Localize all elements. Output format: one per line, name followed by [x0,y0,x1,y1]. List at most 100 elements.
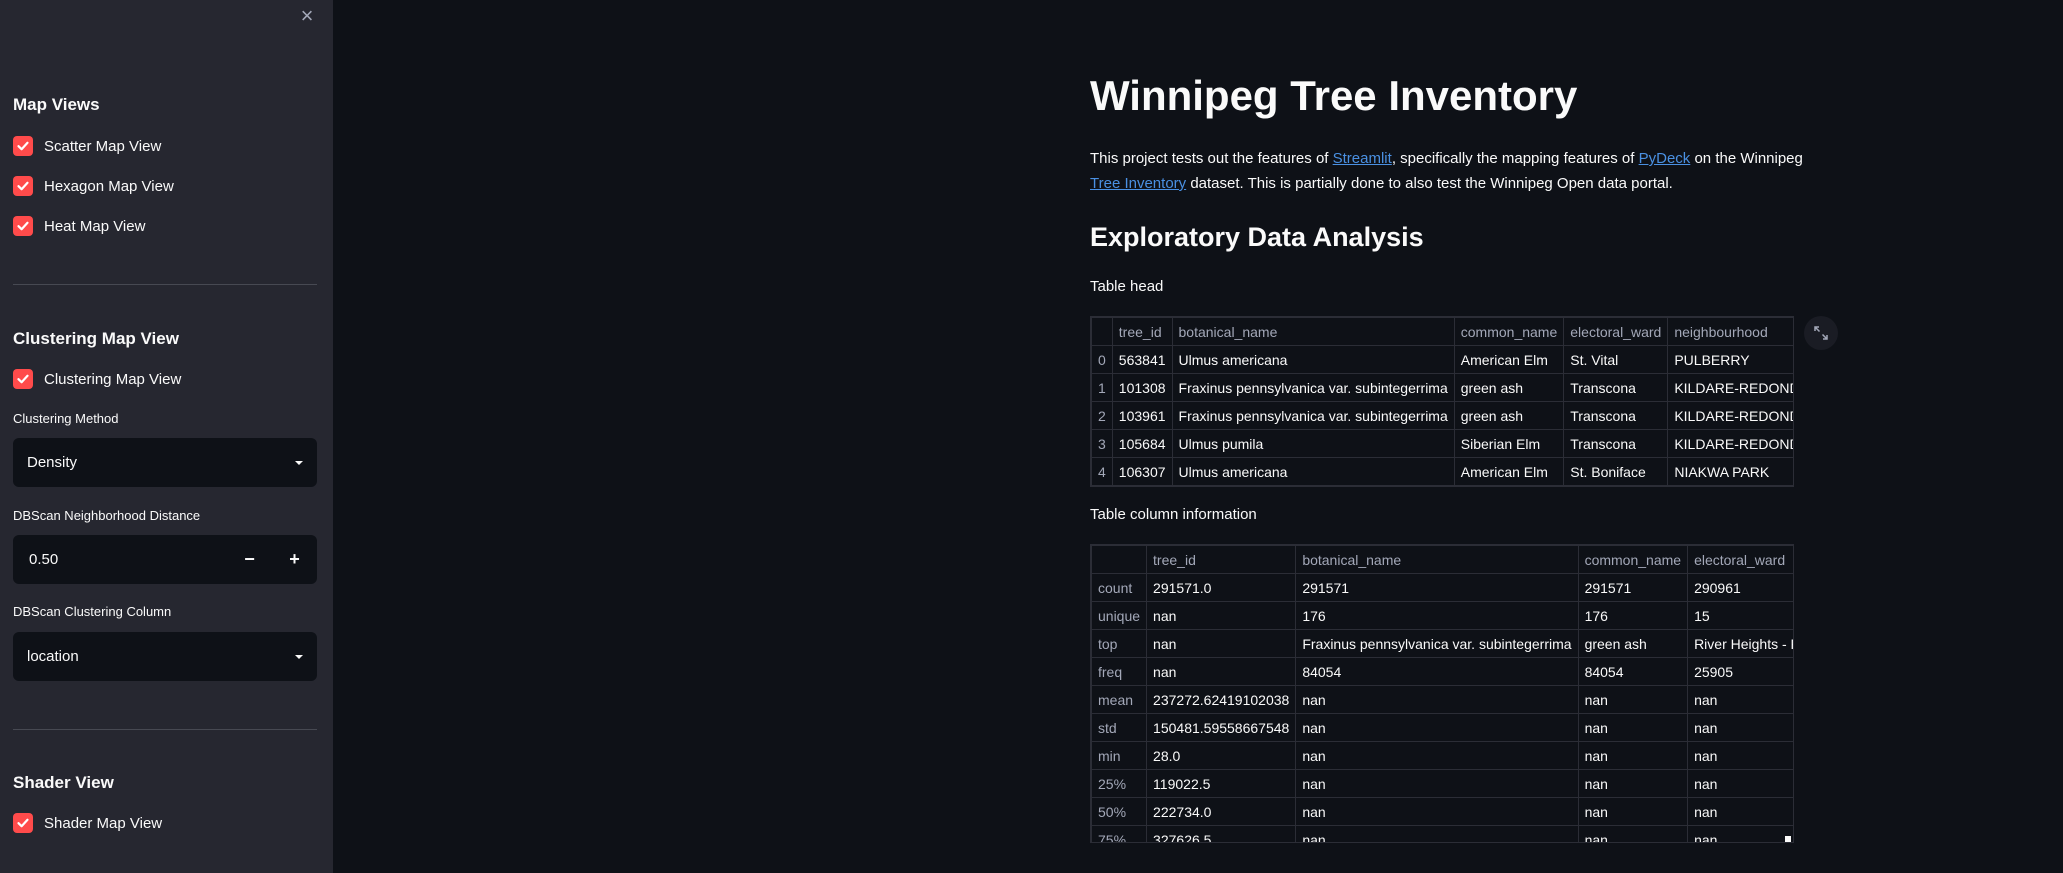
table-cell[interactable]: nan [1295,713,1579,742]
table-cell[interactable]: nan [1577,713,1689,742]
dbscan-column-select[interactable]: location [13,632,317,681]
table-cell[interactable]: St. Vital [1563,345,1669,374]
table-resize-handle[interactable] [1785,836,1791,842]
sidebar-divider [13,729,317,730]
table-row: 3 105684 Ulmus pumila Siberian Elm Trans… [1091,429,1793,458]
table-cell[interactable]: KILDARE-REDONDA [1667,373,1793,402]
streamlit-link[interactable]: Streamlit [1333,150,1392,167]
table-cell[interactable]: 106307 [1111,457,1173,486]
scatter-map-view-checkbox[interactable]: Scatter Map View [13,135,161,157]
table-cell[interactable]: green ash [1453,373,1565,402]
table-cell[interactable]: 563841 [1111,345,1173,374]
table-info-caption: Table column information [1090,506,1257,523]
table-cell[interactable]: 119022.5 [1146,769,1297,798]
column-header[interactable]: neighbourhood [1667,317,1793,346]
column-header[interactable] [1091,545,1148,574]
table-cell[interactable]: American Elm [1453,457,1565,486]
table-cell[interactable]: nan [1687,797,1793,826]
pydeck-link[interactable]: PyDeck [1639,150,1691,167]
table-cell[interactable]: 84054 [1577,657,1689,686]
table-cell[interactable]: nan [1146,657,1297,686]
table-cell[interactable]: Ulmus pumila [1171,429,1455,458]
table-cell[interactable]: Siberian Elm [1453,429,1565,458]
clustering-method-select[interactable]: Density [13,438,317,487]
table-cell[interactable]: Fraxinus pennsylvanica var. subintegerri… [1295,629,1579,658]
tree-inventory-link[interactable]: Tree Inventory [1090,175,1186,192]
table-cell[interactable]: PULBERRY [1667,345,1793,374]
decrement-button[interactable]: − [227,535,272,584]
table-cell[interactable]: green ash [1577,629,1689,658]
table-cell[interactable]: nan [1687,685,1793,714]
table-cell[interactable]: nan [1687,741,1793,770]
table-cell[interactable]: St. Boniface [1563,457,1669,486]
table-cell[interactable]: Ulmus americana [1171,457,1455,486]
table-cell[interactable]: nan [1687,769,1793,798]
table-cell[interactable]: 25905 [1687,657,1793,686]
fullscreen-expand-icon[interactable] [1804,316,1838,350]
table-cell[interactable]: 28.0 [1146,741,1297,770]
table-cell[interactable]: nan [1577,769,1689,798]
table-cell[interactable]: nan [1577,797,1689,826]
table-cell[interactable]: nan [1146,629,1297,658]
select-value: Density [27,454,78,471]
table-cell[interactable]: 150481.59558667548 [1146,713,1297,742]
table-cell[interactable]: 176 [1295,601,1579,630]
table-cell[interactable]: Transcona [1563,401,1669,430]
table-cell[interactable]: nan [1577,741,1689,770]
table-cell[interactable]: Transcona [1563,429,1669,458]
table-cell[interactable]: nan [1295,797,1579,826]
column-header[interactable]: electoral_ward [1563,317,1669,346]
column-header[interactable] [1091,317,1113,346]
table-cell[interactable]: 103961 [1111,401,1173,430]
row-index: std [1091,713,1148,742]
column-header[interactable]: common_name [1577,545,1689,574]
table-cell[interactable]: nan [1577,685,1689,714]
increment-button[interactable]: + [272,535,317,584]
table-cell[interactable]: 176 [1577,601,1689,630]
table-cell[interactable]: 222734.0 [1146,797,1297,826]
table-cell[interactable]: NIAKWA PARK [1667,457,1793,486]
table-cell[interactable]: American Elm [1453,345,1565,374]
table-cell[interactable]: 15 [1687,601,1793,630]
table-cell[interactable]: KILDARE-REDONDA [1667,429,1793,458]
table-cell[interactable]: Ulmus americana [1171,345,1455,374]
table-cell[interactable]: Fraxinus pennsylvanica var. subintegerri… [1171,373,1455,402]
column-header[interactable]: electoral_ward [1687,545,1793,574]
table-cell[interactable]: 291571 [1577,573,1689,602]
shader-map-view-checkbox[interactable]: Shader Map View [13,812,162,834]
table-info-dataframe[interactable]: tree_id botanical_name common_name elect… [1090,544,1794,843]
table-cell[interactable]: nan [1577,825,1689,842]
close-sidebar-icon[interactable]: × [296,5,318,27]
table-cell[interactable]: KILDARE-REDONDA [1667,401,1793,430]
table-cell[interactable]: 105684 [1111,429,1173,458]
table-cell[interactable]: nan [1295,685,1579,714]
column-header[interactable]: botanical_name [1171,317,1455,346]
table-cell[interactable]: nan [1687,825,1793,842]
table-head-dataframe[interactable]: tree_id botanical_name common_name elect… [1090,316,1794,487]
clustering-map-view-checkbox[interactable]: Clustering Map View [13,368,181,390]
column-header[interactable]: botanical_name [1295,545,1579,574]
table-cell[interactable]: 291571 [1295,573,1579,602]
table-cell[interactable]: River Heights - Fort Garry [1687,629,1793,658]
table-cell[interactable]: 101308 [1111,373,1173,402]
table-cell[interactable]: 291571.0 [1146,573,1297,602]
dbscan-distance-field[interactable]: 0.50 [13,535,227,584]
table-cell[interactable]: nan [1295,825,1579,842]
hexagon-map-view-checkbox[interactable]: Hexagon Map View [13,175,174,197]
checkbox-label: Shader Map View [44,814,163,832]
table-cell[interactable]: 84054 [1295,657,1579,686]
table-cell[interactable]: 290961 [1687,573,1793,602]
table-cell[interactable]: nan [1295,769,1579,798]
column-header[interactable]: common_name [1453,317,1565,346]
column-header[interactable]: tree_id [1111,317,1173,346]
table-cell[interactable]: 237272.62419102038 [1146,685,1297,714]
column-header[interactable]: tree_id [1146,545,1297,574]
table-cell[interactable]: nan [1687,713,1793,742]
table-cell[interactable]: nan [1146,601,1297,630]
table-cell[interactable]: nan [1295,741,1579,770]
table-cell[interactable]: 327626.5 [1146,825,1297,842]
table-cell[interactable]: Fraxinus pennsylvanica var. subintegerri… [1171,401,1455,430]
table-cell[interactable]: green ash [1453,401,1565,430]
heat-map-view-checkbox[interactable]: Heat Map View [13,215,145,237]
table-cell[interactable]: Transcona [1563,373,1669,402]
